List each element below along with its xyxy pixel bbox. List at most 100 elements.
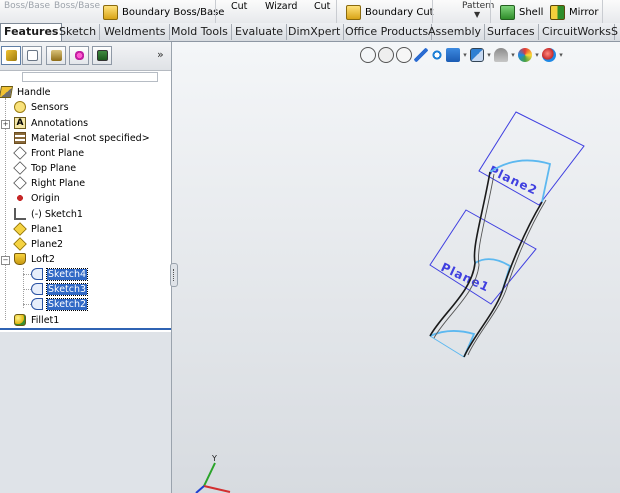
tab-circuitworks[interactable]: CircuitWorks (539, 24, 615, 40)
tab-surfaces[interactable]: Surfaces (484, 24, 539, 40)
boundary-cut-button[interactable]: Boundary Cut (346, 2, 434, 22)
panel-collapse-handle[interactable] (170, 263, 178, 287)
boundary-cut-icon (346, 4, 361, 20)
boss-base-button-2[interactable]: Boss/Base (54, 0, 100, 16)
sketch2-base (429, 335, 465, 358)
tree-item-sensors[interactable]: Sensors (14, 100, 70, 114)
ref-plane-icon (13, 222, 27, 236)
tree-item-label: Loft2 (31, 253, 55, 265)
command-manager-tabs: Features Sketch Weldments Mold Tools Eva… (0, 23, 620, 42)
triad-z-axis (195, 485, 205, 493)
loft2-expander[interactable]: − (1, 256, 10, 265)
display-manager-tab[interactable] (92, 46, 112, 65)
fillet-icon (14, 314, 26, 326)
loft-edge-left[interactable] (429, 171, 491, 337)
annotations-expander[interactable]: + (1, 120, 10, 129)
boss-base-button-1[interactable]: Boss/Base (4, 0, 50, 16)
tab-evaluate[interactable]: Evaluate (232, 24, 288, 40)
tree-item-label: Front Plane (31, 147, 85, 159)
reference-triad: Y (195, 454, 231, 493)
cut-button-2[interactable]: Cut (314, 0, 330, 16)
tree-item-plane2[interactable]: Plane2 (13, 237, 64, 251)
shell-button[interactable]: Shell (500, 2, 543, 22)
plane-icon (13, 146, 27, 160)
sketch-icon (31, 298, 43, 310)
wizard-label: Wizard (265, 0, 298, 12)
dimxpert-manager-tab[interactable] (69, 46, 89, 65)
tab-mold-tools[interactable]: Mold Tools (168, 24, 232, 40)
boundary-boss-base-button[interactable]: Boundary Boss/Base (103, 2, 224, 22)
tab-weldments[interactable]: Weldments (101, 24, 170, 40)
tree-item-sketch3[interactable]: Sketch3 (31, 282, 89, 296)
hole-wizard-button[interactable]: Wizard (265, 0, 297, 16)
pattern-dropdown-icon[interactable]: ▼ (474, 4, 480, 23)
tab-office-products[interactable]: Office Products (342, 24, 433, 40)
triad-x-axis (203, 485, 231, 493)
boss-base-label: Boss/Base (4, 1, 51, 11)
tree-item-label: Fillet1 (31, 314, 60, 326)
tree-item-handle[interactable]: Handle (0, 85, 52, 99)
sketch2-profile[interactable] (429, 330, 476, 358)
tree-item-annotations[interactable]: A Annotations (14, 116, 89, 130)
annotations-icon: A (14, 117, 26, 129)
part-icon (0, 86, 14, 98)
boundary-boss-label: Boundary Boss/Base (122, 6, 225, 18)
tab-more[interactable]: S (608, 24, 620, 40)
tree-item-sketch1[interactable]: (-) Sketch1 (14, 207, 84, 221)
mirror-label: Mirror (569, 6, 599, 18)
mirror-button[interactable]: Mirror (550, 2, 598, 22)
rollback-bar[interactable] (0, 328, 171, 330)
cut-label: Cut (314, 0, 331, 12)
tree-item-loft2[interactable]: Loft2 (14, 252, 56, 266)
property-manager-icon (27, 50, 38, 61)
display-manager-icon (97, 50, 108, 61)
configuration-icon (51, 50, 62, 61)
feature-manager-panel: » + − Handle Sensors A Annotations Mater… (0, 42, 172, 493)
property-manager-tab[interactable] (22, 46, 42, 65)
tree-item-label: Material <not specified> (31, 132, 150, 144)
tree-item-material[interactable]: Material <not specified> (14, 131, 151, 145)
sketch-icon (31, 268, 43, 280)
sketch-icon (31, 283, 43, 295)
tree-item-sketch4[interactable]: Sketch4 (31, 267, 89, 281)
cut-label: Cut (231, 0, 248, 12)
sketch-icon (14, 208, 26, 220)
sensor-icon (14, 101, 26, 113)
tab-assembly[interactable]: Assembly (425, 24, 486, 40)
cut-button-1[interactable]: Cut (231, 0, 247, 16)
origin-icon (14, 192, 26, 204)
tree-item-plane1[interactable]: Plane1 (13, 222, 64, 236)
tree-item-label: Right Plane (31, 177, 86, 189)
tab-features[interactable]: Features (0, 23, 63, 41)
tab-sketch[interactable]: Sketch (56, 24, 101, 40)
tree-item-top-plane[interactable]: Top Plane (13, 161, 77, 175)
tree-item-fillet1[interactable]: Fillet1 (14, 313, 60, 327)
tree-item-label: Sensors (31, 101, 69, 113)
feature-manager-tab[interactable] (1, 46, 21, 65)
tree-item-label: Sketch4 (45, 267, 89, 281)
panel-tab-strip: » (0, 42, 171, 71)
command-ribbon: Boss/Base Boss/Base Boundary Boss/Base C… (0, 0, 620, 24)
tree-item-origin[interactable]: Origin (14, 191, 61, 205)
tree-item-front-plane[interactable]: Front Plane (13, 146, 85, 160)
dimxpert-icon (74, 50, 85, 61)
mirror-icon (550, 4, 565, 20)
tree-item-label: Plane1 (31, 223, 64, 235)
model-viewport: Plane2 Plane1 Y (195, 111, 585, 493)
graphics-area[interactable]: ▾ ▾ ▾ ▾ ▾ Plane2 Plane1 Y (172, 42, 620, 493)
loft-icon (14, 253, 26, 265)
tab-dimxpert[interactable]: DimXpert (285, 24, 345, 40)
plane-icon (13, 161, 27, 175)
shell-icon (500, 4, 515, 20)
tree-item-sketch2[interactable]: Sketch2 (31, 297, 89, 311)
panel-more-button[interactable]: » (157, 48, 164, 61)
material-icon (14, 132, 26, 144)
boundary-boss-icon (103, 4, 118, 20)
shell-label: Shell (519, 6, 544, 18)
tree-item-label: Handle (17, 86, 51, 98)
tree-item-right-plane[interactable]: Right Plane (13, 176, 86, 190)
tree-item-label: Plane2 (31, 238, 64, 250)
feature-tree-filter[interactable] (22, 72, 158, 82)
configuration-manager-tab[interactable] (46, 46, 66, 65)
triad-y-label: Y (211, 454, 217, 463)
